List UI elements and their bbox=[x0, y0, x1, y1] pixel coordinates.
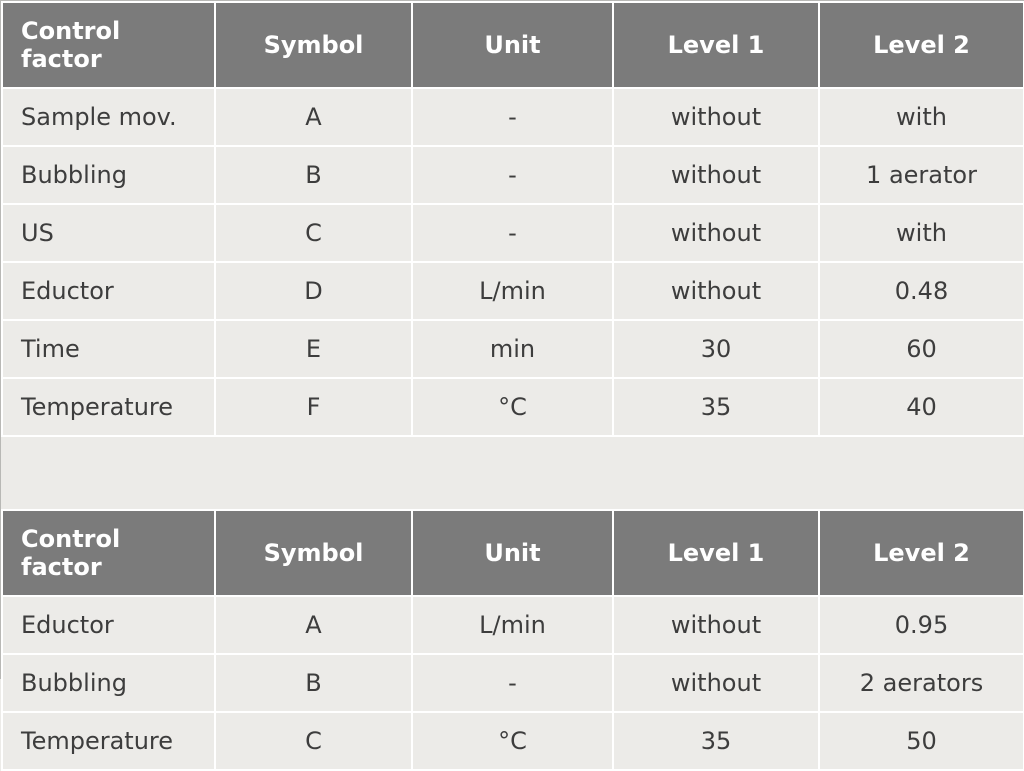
table-row: Eductor D L/min without 0.48 bbox=[2, 262, 1024, 320]
cell-symbol: A bbox=[215, 88, 412, 146]
cell-symbol: B bbox=[215, 654, 412, 712]
cell-symbol: C bbox=[215, 204, 412, 262]
cell-unit: - bbox=[412, 654, 613, 712]
col-header-symbol: Symbol bbox=[215, 510, 412, 596]
table-row: Time E min 30 60 bbox=[2, 320, 1024, 378]
cell-level2: 1 aerator bbox=[819, 146, 1024, 204]
cell-unit: - bbox=[412, 88, 613, 146]
spacer bbox=[2, 436, 1024, 510]
cell-level2: 60 bbox=[819, 320, 1024, 378]
cell-unit: - bbox=[412, 146, 613, 204]
cell-factor: Temperature bbox=[2, 712, 215, 770]
cell-symbol: D bbox=[215, 262, 412, 320]
cell-level1: 35 bbox=[613, 712, 819, 770]
cell-symbol: E bbox=[215, 320, 412, 378]
cell-unit: L/min bbox=[412, 596, 613, 654]
col-header-factor: Control factor bbox=[2, 2, 215, 88]
cell-symbol: B bbox=[215, 146, 412, 204]
col-header-level1: Level 1 bbox=[613, 510, 819, 596]
cell-level2: 0.95 bbox=[819, 596, 1024, 654]
cell-factor: Sample mov. bbox=[2, 88, 215, 146]
table2-header-row: Control factor Symbol Unit Level 1 Level… bbox=[2, 510, 1024, 596]
cell-symbol: C bbox=[215, 712, 412, 770]
table-spacer bbox=[2, 436, 1024, 510]
col-header-unit: Unit bbox=[412, 2, 613, 88]
table-row: Bubbling B - without 1 aerator bbox=[2, 146, 1024, 204]
cell-factor: Time bbox=[2, 320, 215, 378]
cell-level1: without bbox=[613, 88, 819, 146]
cell-level1: without bbox=[613, 596, 819, 654]
cell-level2: with bbox=[819, 204, 1024, 262]
col-header-level2: Level 2 bbox=[819, 2, 1024, 88]
factors-tables: Control factor Symbol Unit Level 1 Level… bbox=[1, 1, 1024, 771]
cell-factor: Eductor bbox=[2, 596, 215, 654]
table-row: Eductor A L/min without 0.95 bbox=[2, 596, 1024, 654]
cell-level1: without bbox=[613, 262, 819, 320]
cell-level1: 35 bbox=[613, 378, 819, 436]
cell-level1: without bbox=[613, 654, 819, 712]
col-header-symbol: Symbol bbox=[215, 2, 412, 88]
cell-symbol: F bbox=[215, 378, 412, 436]
cell-unit: °C bbox=[412, 378, 613, 436]
cell-level2: 40 bbox=[819, 378, 1024, 436]
table-row: Temperature C °C 35 50 bbox=[2, 712, 1024, 770]
table-row: US C - without with bbox=[2, 204, 1024, 262]
col-header-unit: Unit bbox=[412, 510, 613, 596]
cell-factor: Eductor bbox=[2, 262, 215, 320]
cell-unit: L/min bbox=[412, 262, 613, 320]
cell-level2: 2 aerators bbox=[819, 654, 1024, 712]
cell-level1: 30 bbox=[613, 320, 819, 378]
cell-factor: Bubbling bbox=[2, 146, 215, 204]
cell-level1: without bbox=[613, 204, 819, 262]
col-header-level2: Level 2 bbox=[819, 510, 1024, 596]
table-row: Temperature F °C 35 40 bbox=[2, 378, 1024, 436]
cell-level2: with bbox=[819, 88, 1024, 146]
cell-unit: min bbox=[412, 320, 613, 378]
cell-unit: - bbox=[412, 204, 613, 262]
cell-level2: 50 bbox=[819, 712, 1024, 770]
table-row: Sample mov. A - without with bbox=[2, 88, 1024, 146]
cell-factor: US bbox=[2, 204, 215, 262]
col-header-level1: Level 1 bbox=[613, 2, 819, 88]
cell-factor: Bubbling bbox=[2, 654, 215, 712]
cell-symbol: A bbox=[215, 596, 412, 654]
cell-level2: 0.48 bbox=[819, 262, 1024, 320]
table1-header-row: Control factor Symbol Unit Level 1 Level… bbox=[2, 2, 1024, 88]
cell-unit: °C bbox=[412, 712, 613, 770]
cell-level1: without bbox=[613, 146, 819, 204]
table-row: Bubbling B - without 2 aerators bbox=[2, 654, 1024, 712]
cell-factor: Temperature bbox=[2, 378, 215, 436]
col-header-factor: Control factor bbox=[2, 510, 215, 596]
